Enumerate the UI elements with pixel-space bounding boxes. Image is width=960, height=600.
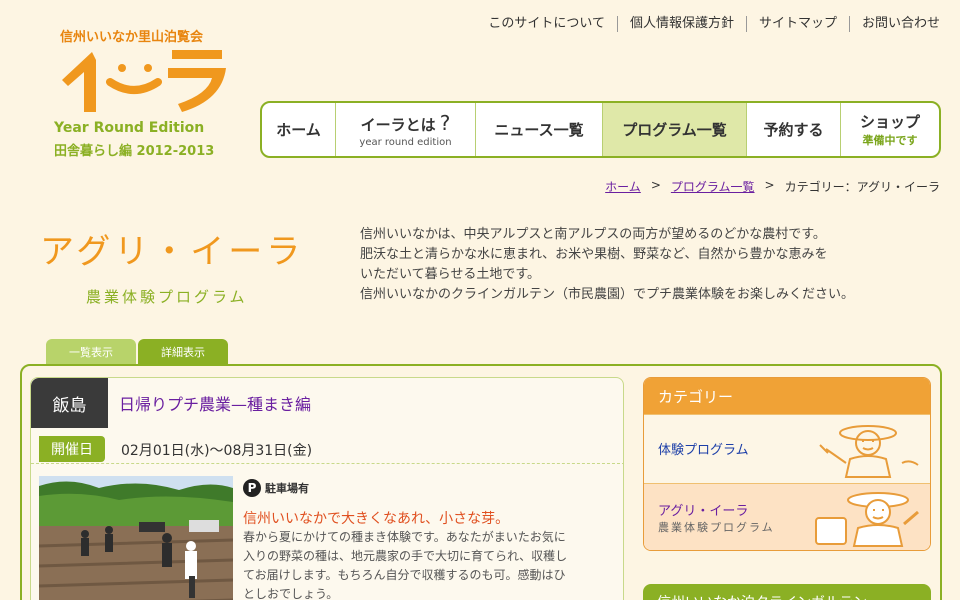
nav-news[interactable]: ニュース一覧 <box>475 103 602 156</box>
tab-list-view[interactable]: 一覧表示 <box>46 339 136 365</box>
logo-mark-ira <box>62 50 226 112</box>
util-link-contact[interactable]: お問い合わせ <box>848 16 940 32</box>
logo-subtitle: 田舎暮らし編 2012-2013 <box>54 144 215 159</box>
desc-line: 春から夏にかけての種まき体験です。あなたがまいたお気に <box>243 530 566 544</box>
nav-reserve[interactable]: 予約する <box>746 103 840 156</box>
date-label: 開催日 <box>39 436 105 462</box>
util-link-privacy[interactable]: 個人情報保護方針 <box>616 16 746 32</box>
nav-about-label: イーラとは? <box>361 111 451 135</box>
category-item-agri-ira[interactable]: アグリ・イーラ 農業体験プログラム <box>644 483 930 550</box>
category-label: アグリ・イーラ <box>658 504 749 519</box>
event-date-row: 開催日 02月01日(水)〜08月31日(金) <box>31 434 623 464</box>
site-logo[interactable]: 信州いいなか里山泊覧会 Year Round Edition 田舎暮らし編 20… <box>52 26 242 166</box>
page-title: アグリ・イーラ <box>40 232 305 272</box>
nav-about[interactable]: イーラとは? year round edition <box>335 103 475 156</box>
breadcrumb-current: カテゴリー：アグリ・イーラ <box>784 180 940 194</box>
question-icon: ? <box>439 111 451 135</box>
breadcrumb-home[interactable]: ホーム <box>605 178 641 195</box>
page-subtitle: 農業体験プログラム <box>86 288 248 306</box>
breadcrumb-separator: > <box>650 178 661 192</box>
intro-line: 信州いいなかは、中央アルプスと南アルプスの両方が望めるのどかな農村です。 <box>360 227 826 242</box>
intro-line: 信州いいなかのクラインガルテン（市民農園）でプチ農業体験をお楽しみください。 <box>360 287 855 302</box>
intro-line: いただいて暮らせる土地です。 <box>360 267 541 282</box>
desc-line: てお届けします。もちろん自分で収穫するのも可。感動はひ <box>243 568 566 582</box>
tab-detail-view[interactable]: 詳細表示 <box>138 339 228 365</box>
util-link-about-site[interactable]: このサイトについて <box>476 16 617 32</box>
util-link-sitemap[interactable]: サイトマップ <box>745 16 849 32</box>
desc-line: としおでしょう。 <box>243 587 339 600</box>
breadcrumb-separator: > <box>764 178 775 192</box>
event-description: 春から夏にかけての種まき体験です。あなたがまいたお気に 入りの野菜の種は、地元農… <box>243 528 613 600</box>
utility-nav: このサイトについて 個人情報保護方針 サイトマップ お問い合わせ <box>476 16 940 32</box>
event-date: 02月01日(水)〜08月31日(金) <box>121 443 313 459</box>
nav-shop-sub: 準備中です <box>862 134 918 147</box>
logo-tagline: 信州いいなか里山泊覧会 <box>60 30 204 45</box>
main-nav: ホーム イーラとは? year round edition ニュース一覧 プログ… <box>260 101 941 158</box>
parking-info: P 駐車場有 <box>243 479 309 497</box>
event-photo <box>39 476 233 600</box>
event-catchphrase: 信州いいなかで大きくなあれ、小さな芽。 <box>243 511 510 527</box>
sidebar-kleingarten-heading[interactable]: 信州いいなか泊クラインガルテン <box>643 584 931 600</box>
nav-home-label: ホーム <box>276 121 321 139</box>
event-card: 飯島 日帰りプチ農業—種まき編 開催日 02月01日(水)〜08月31日(金) … <box>30 377 624 600</box>
intro-text: 信州いいなかは、中央アルプスと南アルプスの両方が望めるのどかな農村です。 肥沃な… <box>360 225 930 305</box>
nav-news-label: ニュース一覧 <box>494 121 584 139</box>
category-label: 体験プログラム <box>658 443 749 458</box>
nav-reserve-label: 予約する <box>763 121 824 139</box>
breadcrumb-programs[interactable]: プログラム一覧 <box>671 178 755 195</box>
nav-shop-label: ショップ <box>859 113 920 131</box>
farmer-shovel-illustration-icon <box>815 492 919 547</box>
parking-label: 駐車場有 <box>265 482 309 495</box>
intro-line: 肥沃な土と清らかな水に恵まれ、お米や果樹、野菜など、自然から豊かな恵みを <box>360 247 828 262</box>
category-item-experience[interactable]: 体験プログラム <box>644 414 930 483</box>
category-heading: カテゴリー <box>644 378 930 414</box>
category-sublabel: 農業体験プログラム <box>658 521 775 534</box>
parking-icon: P <box>243 479 261 497</box>
category-box: カテゴリー 体験プログラム アグリ・イーラ 農業体験プログラム <box>643 377 931 551</box>
nav-about-text: イーラとは <box>360 116 436 134</box>
view-tabs: 一覧表示 詳細表示 <box>46 339 228 365</box>
nav-programs[interactable]: プログラム一覧 <box>602 103 746 156</box>
nav-about-sub: year round edition <box>359 137 452 148</box>
nav-home[interactable]: ホーム <box>262 103 335 156</box>
farmer-illustration-icon <box>819 425 919 478</box>
event-title[interactable]: 日帰りプチ農業—種まき編 <box>119 391 311 415</box>
nav-shop[interactable]: ショップ 準備中です <box>840 103 939 156</box>
place-badge: 飯島 <box>31 378 108 428</box>
logo-edition: Year Round Edition <box>54 120 205 136</box>
desc-line: 入りの野菜の種は、地元農家の手で大切に育てられ、収穫し <box>243 549 568 563</box>
nav-programs-label: プログラム一覧 <box>622 121 727 139</box>
breadcrumb: ホーム > プログラム一覧 > カテゴリー：アグリ・イーラ <box>605 178 940 195</box>
